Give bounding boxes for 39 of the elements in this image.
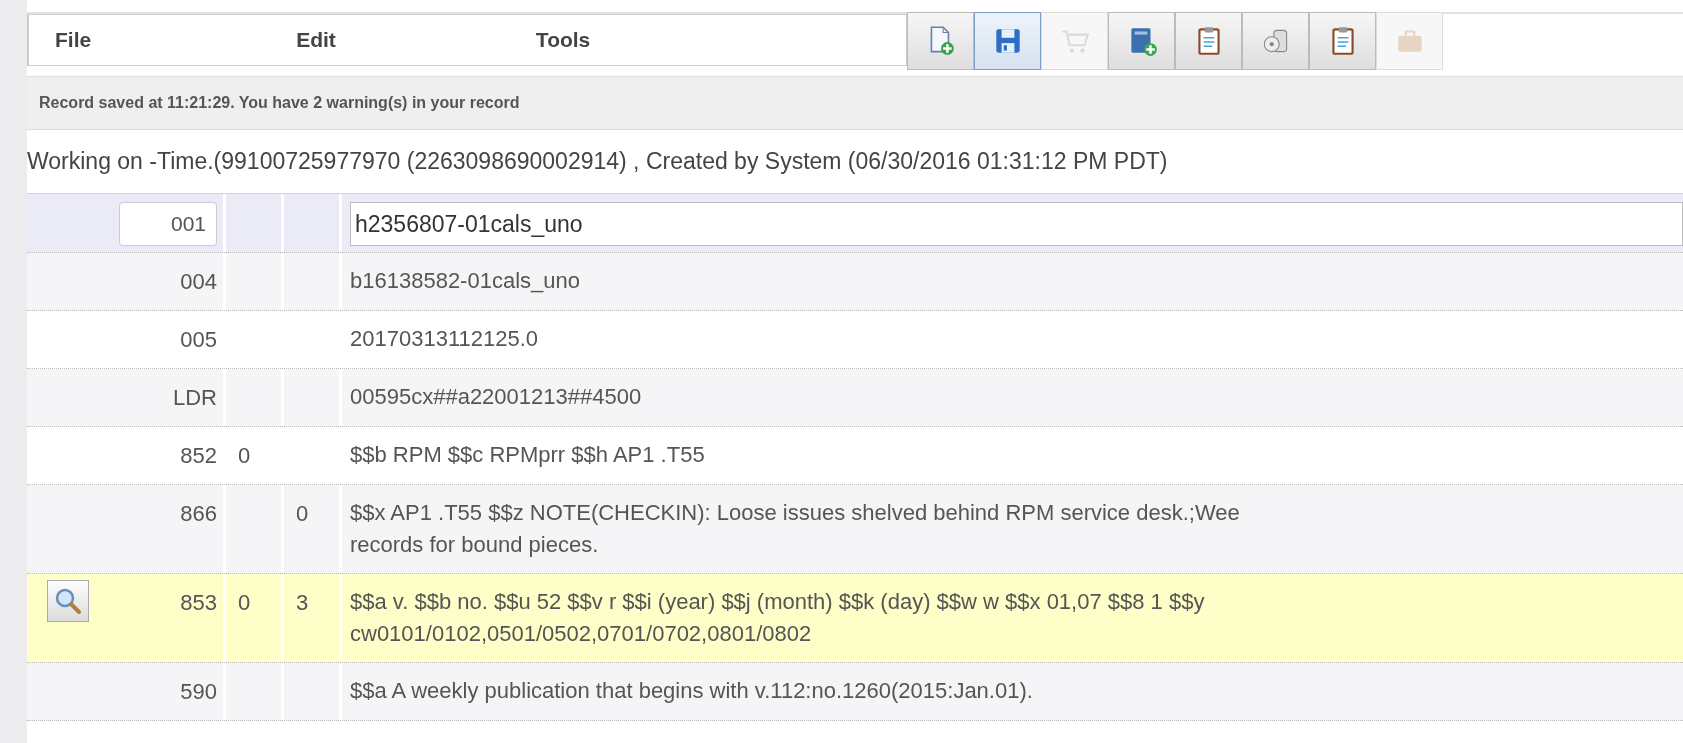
field-value: 00595cx##a22001213##4500 [350, 383, 643, 411]
indicator: 0 [296, 501, 309, 526]
field-row[interactable]: 866 0 $$x AP1 .T55 $$z NOTE(CHECKIN): Loose issues shelved behind RPM service desk.;Wee records for bound pieces. [27, 485, 1683, 574]
indicator: 0 [238, 443, 251, 468]
field-tag: LDR [173, 385, 217, 410]
field-value: $$a v. $$b no. $$u 52 $$v r $$i (year) $$j (month) $$k (day) $$w w $$x 01,07 $$8 1 $$y [350, 587, 1206, 616]
field-value: cw0101/0102,0501/0502,0701/0702,0801/0802 [350, 619, 813, 648]
toolbar-button[interactable] [1242, 12, 1309, 70]
field-tag: 004 [180, 269, 217, 294]
field-tag: 852 [180, 443, 217, 468]
field-row[interactable]: 853 0 3 $$a v. $$b no. $$u 52 $$v r $$i (year) $$j (month) $$k (day) $$w w $$x 01,07 $$8 1 $$y cw0101/0102,0501/0502,0701/0702,0801/0802 [27, 573, 1683, 663]
field-value: 20170313112125.0 [350, 325, 539, 353]
toolbar-button[interactable] [1309, 12, 1376, 70]
field-value: $$a A weekly publication that begins with v.112:no.1260(2015:Jan.01). [350, 676, 1034, 705]
field-row[interactable]: 590 $$a A weekly publication that begins with v.112:no.1260(2015:Jan.01). [27, 662, 1683, 721]
field-tag: 590 [180, 678, 217, 704]
toolbar-button[interactable] [907, 12, 974, 70]
menu-item[interactable]: Tools [535, 24, 591, 56]
toolbar-button[interactable] [1175, 12, 1242, 70]
menu-item[interactable]: File [55, 24, 92, 56]
field-tag: 853 [180, 589, 217, 615]
menu-item[interactable]: Edit [296, 24, 336, 56]
field-value: $$b RPM $$c RPMprr $$h AP1 .T55 [350, 441, 706, 469]
toolbar-button[interactable] [1108, 12, 1175, 70]
toolbar-button[interactable] [974, 12, 1041, 70]
field-tag: 866 [180, 501, 217, 526]
search-button[interactable] [47, 579, 89, 622]
field-tag: 005 [180, 327, 217, 352]
field-value: b16138582-01cals_uno [350, 267, 581, 295]
field-value: $$x AP1 .T55 $$z NOTE(CHECKIN): Loose issues shelved behind RPM service desk.;Wee [350, 499, 1241, 527]
indicator: 0 [238, 589, 251, 615]
indicator: 3 [296, 589, 309, 615]
field-row[interactable]: 004 b16138582-01cals_uno [27, 253, 1683, 311]
status-message: Record saved at 11:21:29. You have 2 warning(s) in your record [39, 93, 520, 113]
tag-field[interactable]: 001 [119, 202, 217, 246]
field-value: records for bound pieces. [350, 530, 600, 559]
field-row[interactable]: 001 h2356807-01cals_uno [27, 194, 1683, 253]
field-row[interactable]: LDR 00595cx##a22001213##4500 [27, 369, 1683, 427]
field-value-input[interactable]: h2356807-01cals_uno [350, 202, 1683, 246]
